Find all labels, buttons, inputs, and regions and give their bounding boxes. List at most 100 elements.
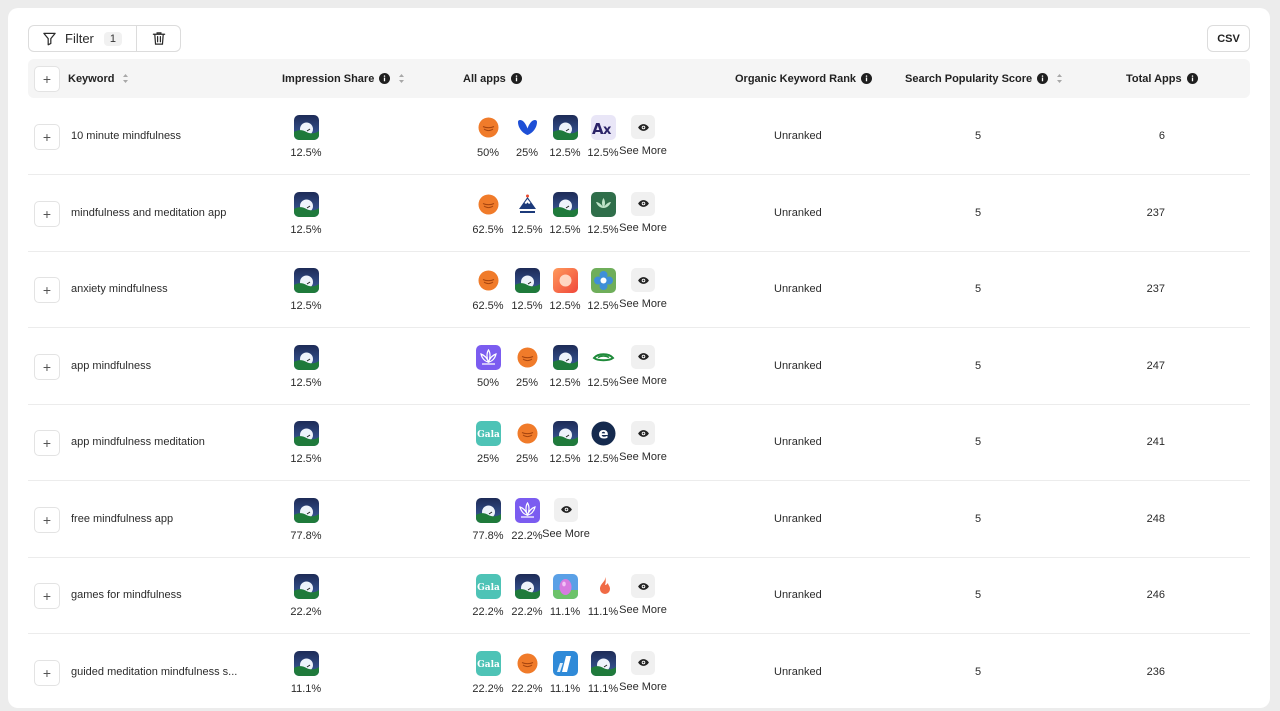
impression-share-value: 12.5%	[290, 147, 322, 159]
see-more-button[interactable]: See More	[617, 421, 669, 463]
expand-row-button[interactable]: +	[34, 200, 60, 227]
table-row[interactable]: + app mindfulness 12.5% 50% 25% 12.5% 12.5% See…	[28, 328, 1250, 405]
table-row[interactable]: + guided meditation mindfulness s... 11.1%…	[28, 634, 1250, 711]
mountain-logo-icon	[514, 191, 540, 217]
column-popularity[interactable]: Search Popularity Score	[905, 59, 1063, 98]
app-share-item[interactable]: Ax 12.5%	[585, 115, 621, 159]
table-row[interactable]: +10 minute mindfulness 12.5% 50% 25% 12.5% Ax…	[28, 98, 1250, 175]
table-row[interactable]: + free mindfulness app 77.8% 77.8% 22.2% See …	[28, 481, 1250, 558]
app-share-item[interactable]: 77.8%	[470, 497, 506, 542]
see-more-label: See More	[619, 374, 667, 387]
sort-icon[interactable]	[122, 73, 129, 84]
app-share-item[interactable]: 12.5%	[547, 421, 583, 465]
app-share-value: 12.5%	[587, 147, 619, 159]
app-share-item[interactable]: Gala 22.2%	[470, 650, 506, 695]
table-header: + Keyword Impression Share All apps Orga…	[28, 59, 1250, 98]
impression-share-app[interactable]: 12.5%	[288, 268, 324, 312]
app-share-item[interactable]: 25%	[509, 344, 545, 389]
app-share-item[interactable]: 12.5%	[547, 268, 583, 312]
app-share-item[interactable]: 50%	[470, 344, 506, 389]
impression-share-value: 22.2%	[290, 606, 322, 618]
app-share-item[interactable]: 62.5%	[470, 268, 506, 312]
expand-row-button[interactable]: +	[34, 659, 60, 686]
expand-all-button[interactable]: +	[34, 66, 60, 92]
expand-row-button[interactable]: +	[34, 353, 60, 380]
see-more-button[interactable]: See More	[617, 574, 669, 616]
app-share-value: 11.1%	[549, 606, 581, 618]
app-share-item[interactable]: 12.5%	[547, 115, 583, 159]
info-icon[interactable]	[1037, 73, 1049, 84]
app-share-item[interactable]: e 12.5%	[585, 421, 621, 465]
impression-share-app[interactable]: 22.2%	[288, 574, 324, 618]
app-share-item[interactable]: 12.5%	[585, 344, 621, 389]
app-share-item[interactable]: 11.1%	[547, 650, 583, 695]
app-share-item[interactable]: 22.2%	[509, 574, 545, 618]
orange-face-icon	[514, 344, 540, 370]
see-more-button[interactable]: See More	[617, 191, 669, 234]
impression-share-value: 12.5%	[290, 376, 322, 389]
app-share-value: 12.5%	[549, 300, 581, 312]
filter-group: Filter 1	[28, 25, 182, 52]
app-share-item[interactable]: 12.5%	[585, 268, 621, 312]
table-row[interactable]: + anxiety mindfulness 12.5% 62.5% 12.5% 12.5%…	[28, 251, 1250, 328]
app-share-item[interactable]: 11.1%	[547, 574, 583, 618]
see-more-button[interactable]: See More	[617, 115, 669, 157]
app-share-item[interactable]: 12.5%	[509, 268, 545, 312]
sort-icon[interactable]	[398, 73, 405, 84]
sort-icon[interactable]	[1056, 73, 1063, 84]
info-icon[interactable]	[379, 73, 391, 84]
impression-share-app[interactable]: 12.5%	[288, 191, 324, 236]
moon-landscape-icon	[293, 115, 319, 140]
eye-icon	[631, 344, 655, 369]
expand-row-button[interactable]: +	[34, 124, 60, 150]
see-more-button[interactable]: See More	[540, 497, 592, 540]
app-share-value: 22.2%	[511, 606, 543, 618]
impression-share-app[interactable]: 12.5%	[288, 344, 324, 389]
app-share-item[interactable]: 12.5%	[509, 191, 545, 236]
green-eye-icon	[590, 344, 616, 370]
csv-export-button[interactable]: CSV	[1207, 25, 1250, 52]
clear-filters-button[interactable]	[137, 26, 180, 51]
expand-row-button[interactable]: +	[34, 506, 60, 533]
app-share-value: 12.5%	[549, 453, 581, 465]
see-more-button[interactable]: See More	[617, 344, 669, 387]
app-share-item[interactable]: Gala 22.2%	[470, 574, 506, 618]
app-share-item[interactable]: 62.5%	[470, 191, 506, 236]
app-share-item[interactable]: 11.1%	[585, 574, 621, 618]
column-total-apps-label: Total Apps	[1126, 72, 1182, 85]
app-share-item[interactable]: 12.5%	[547, 344, 583, 389]
app-share-value: 50%	[476, 376, 500, 389]
table-row[interactable]: + games for mindfulness 22.2% Gala 22.2% 22.2…	[28, 557, 1250, 634]
orange-face-icon	[514, 421, 540, 446]
see-more-button[interactable]: See More	[617, 650, 669, 693]
info-icon[interactable]	[861, 73, 873, 84]
app-share-item[interactable]: 12.5%	[547, 191, 583, 236]
impression-share-app[interactable]: 11.1%	[288, 650, 324, 695]
app-share-item[interactable]: 11.1%	[585, 650, 621, 695]
impression-share-app[interactable]: 12.5%	[288, 421, 324, 465]
filter-button[interactable]: Filter 1	[29, 26, 138, 51]
plus-icon: +	[42, 129, 52, 145]
column-keyword[interactable]: Keyword	[68, 59, 129, 98]
impression-share-app[interactable]: 77.8%	[288, 497, 324, 542]
app-share-item[interactable]: 25%	[509, 115, 545, 159]
column-impression-share[interactable]: Impression Share	[282, 59, 405, 98]
app-share-item[interactable]: Gala 25%	[470, 421, 506, 465]
impression-share-app[interactable]: 12.5%	[288, 115, 324, 159]
app-share-item[interactable]: 25%	[509, 421, 545, 465]
filter-count-badge: 1	[103, 31, 123, 46]
expand-row-button[interactable]: +	[34, 430, 60, 456]
orange-face-icon	[475, 268, 501, 293]
table-row[interactable]: + app mindfulness meditation 12.5% Gala 25% 2…	[28, 404, 1250, 481]
expand-row-button[interactable]: +	[34, 583, 60, 609]
impression-share-value: 12.5%	[290, 300, 322, 312]
see-more-button[interactable]: See More	[617, 268, 669, 310]
app-share-item[interactable]: 50%	[470, 115, 506, 159]
info-icon[interactable]	[510, 73, 522, 84]
info-icon[interactable]	[1186, 73, 1198, 84]
app-share-item[interactable]: 12.5%	[585, 191, 621, 236]
app-share-item[interactable]: 22.2%	[509, 650, 545, 695]
table-row[interactable]: + mindfulness and meditation app 12.5% 62.5…	[28, 175, 1250, 252]
expand-row-button[interactable]: +	[34, 277, 60, 303]
app-share-value: 12.5%	[587, 453, 619, 465]
